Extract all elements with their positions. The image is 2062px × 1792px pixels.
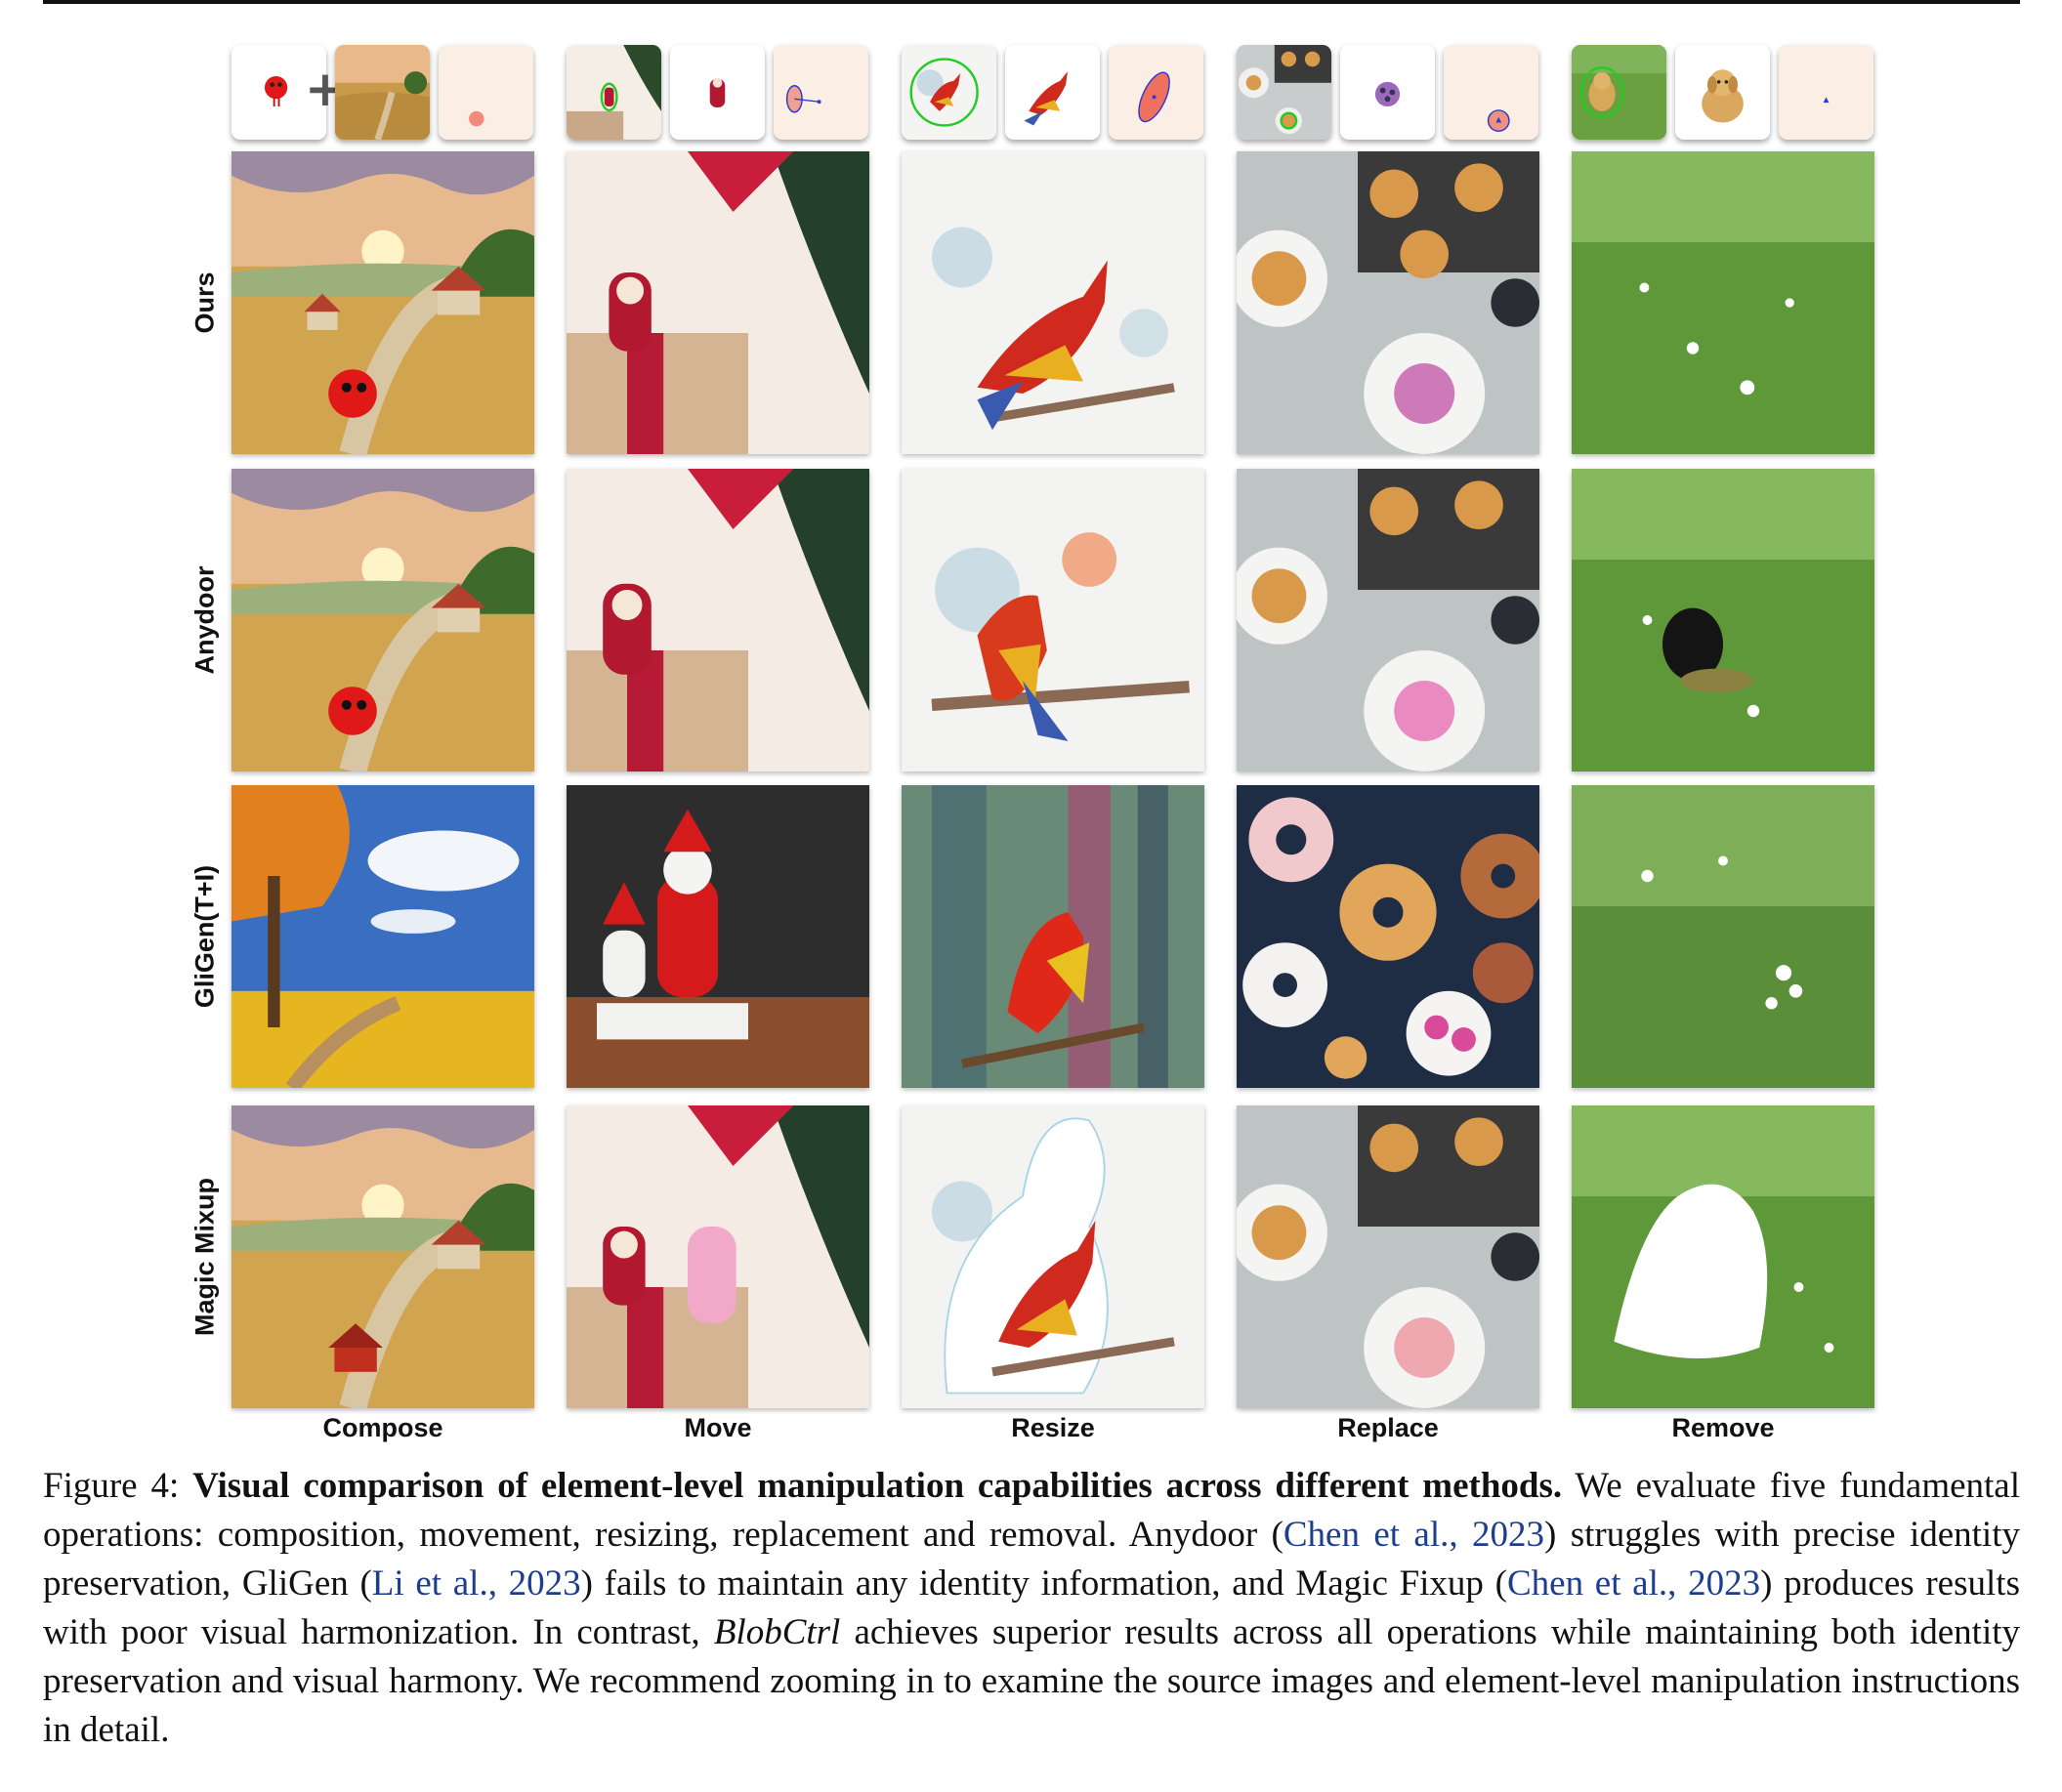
result-ours-replace	[1237, 151, 1539, 454]
result-ours-move	[567, 151, 869, 454]
figure-caption: Figure 4: Visual comparison of element-l…	[43, 1462, 2020, 1755]
result-gligen-replace	[1237, 785, 1539, 1088]
result-gligen-remove	[1572, 785, 1874, 1088]
result-anydoor-remove	[1572, 469, 1874, 771]
remove-source-thumb	[1572, 45, 1666, 140]
caption-bold-title: Visual comparison of element-level manip…	[192, 1466, 1563, 1506]
compose-blob-mask-thumb	[439, 45, 533, 140]
column-label-replace: Replace	[1337, 1413, 1439, 1442]
result-magic-mixup-resize	[902, 1105, 1204, 1408]
move-blob-mask-thumb	[774, 45, 868, 140]
result-ours-compose	[231, 151, 534, 454]
replace-source-thumb	[1237, 45, 1331, 140]
column-label-move: Move	[684, 1413, 752, 1442]
result-ours-remove	[1572, 151, 1874, 454]
result-anydoor-move	[567, 469, 869, 771]
remove-blob-mask-thumb	[1779, 45, 1873, 140]
result-gligen-resize	[902, 785, 1204, 1088]
remove-element-thumb	[1675, 45, 1770, 140]
citation-link-chen-2023-b[interactable]: Chen et al., 2023	[1507, 1563, 1760, 1604]
column-label-remove: Remove	[1671, 1413, 1775, 1442]
result-anydoor-resize	[902, 469, 1204, 771]
citation-link-chen-2023-a[interactable]: Chen et al., 2023	[1283, 1515, 1544, 1555]
citation-link-li-2023[interactable]: Li et al., 2023	[372, 1563, 581, 1604]
compose-background-thumb	[335, 45, 430, 140]
result-magic-mixup-replace	[1237, 1105, 1539, 1408]
resize-element-thumb	[1005, 45, 1100, 140]
result-gligen-compose	[231, 785, 534, 1088]
caption-text-3: ) fails to maintain any identity informa…	[580, 1563, 1507, 1604]
result-magic-mixup-compose	[231, 1105, 534, 1408]
figure-number: Figure 4:	[43, 1466, 180, 1506]
result-magic-mixup-move	[567, 1105, 869, 1408]
result-gligen-move	[567, 785, 869, 1088]
method-name: BlobCtrl	[713, 1612, 841, 1652]
column-label-resize: Resize	[1011, 1413, 1095, 1442]
replace-element-thumb	[1340, 45, 1435, 140]
result-ours-resize	[902, 151, 1204, 454]
comparison-figure: + Ours Anydoor GliGen(T+I) Magic Mixup C…	[0, 0, 2062, 1465]
resize-blob-mask-thumb	[1109, 45, 1203, 140]
column-label-compose: Compose	[322, 1413, 443, 1442]
move-element-thumb	[670, 45, 765, 140]
result-anydoor-compose	[231, 469, 534, 771]
replace-blob-mask-thumb	[1444, 45, 1538, 140]
result-anydoor-replace	[1237, 469, 1539, 771]
resize-source-thumb	[902, 45, 996, 140]
result-magic-mixup-remove	[1572, 1105, 1874, 1408]
move-source-thumb	[567, 45, 661, 140]
